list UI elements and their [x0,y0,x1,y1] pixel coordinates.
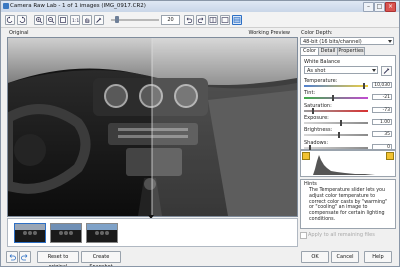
shadow-clipping-warning-icon[interactable] [302,152,310,160]
rotate-left-icon[interactable] [5,15,15,25]
create-snapshot-button[interactable]: Create Snapshot [81,251,121,266]
original-label: Original [9,30,29,36]
car-interior-photo [8,38,297,216]
bottom-bar: Reset to original Create Snapshot OK Can… [1,248,399,266]
hints-text: The Temperature slider lets you adjust c… [309,188,388,222]
help-button[interactable]: Help [364,251,392,263]
tab-detail[interactable]: Detail [318,47,338,55]
slider-track[interactable] [304,146,368,149]
slider-track[interactable] [304,85,368,87]
slider-label: Temperature: [304,78,338,84]
histogram [300,150,396,177]
toolbar: 1:1 20 [1,12,399,28]
window-title: Camera Raw Lab - 1 of 1 images (IMG_0917… [10,3,146,9]
rotate-right-icon[interactable] [17,15,27,25]
slider-track[interactable] [304,134,368,137]
svg-text:1:1: 1:1 [72,18,79,24]
slider-value-field[interactable]: 10,030 [372,82,392,88]
zoom-out-icon[interactable] [46,15,56,25]
title-bar: Camera Raw Lab - 1 of 1 images (IMG_0917… [1,1,399,12]
apply-all-label: Apply to all remaining files [308,232,375,238]
slider-thumb[interactable] [338,132,341,139]
undo-icon[interactable] [184,15,194,25]
slider-value-field[interactable]: 1.00 [372,118,392,125]
single-view-icon[interactable] [220,15,230,25]
slider-track[interactable] [304,97,368,100]
color-depth-dropdown[interactable]: 48-bit (16 bits/channel) [300,37,394,45]
hand-icon[interactable] [82,15,92,25]
checkbox-box[interactable] [300,232,307,239]
slider-thumb[interactable] [340,119,343,126]
actual-size-icon[interactable]: 1:1 [70,15,80,25]
zoom-in-icon[interactable] [34,15,44,25]
slider-thumb[interactable] [331,95,334,102]
eyedropper-icon[interactable] [94,15,104,25]
chevron-down-icon [388,40,392,43]
slider-value-field[interactable]: 35 [372,131,392,138]
slider-label: Saturation: [304,102,332,109]
cancel-button[interactable]: Cancel [331,251,359,263]
working-preview-label: Working Preview [248,30,290,36]
close-button[interactable]: × [385,2,396,12]
camera-raw-window: Camera Raw Lab - 1 of 1 images (IMG_0917… [0,0,400,267]
undo-button[interactable] [6,251,18,263]
slider-value-field[interactable]: -73 [372,106,392,113]
filmstrip [7,218,298,247]
slider-value-field[interactable]: -21 [372,94,392,101]
zoom-value-field[interactable]: 20 [161,15,180,25]
split-view-horizontal-icon[interactable] [232,15,242,25]
slider-label: Brightness: [304,127,333,134]
split-view-vertical-icon[interactable] [208,15,218,25]
white-balance-eyedropper-button[interactable] [381,66,392,76]
hints-box: Hints The Temperature slider lets you ad… [300,179,396,229]
filmstrip-thumbnail[interactable] [86,223,118,243]
fit-icon[interactable] [58,15,68,25]
maximize-button[interactable]: □ [374,2,385,12]
preview-header: Original Working Preview [7,29,292,37]
app-icon [3,3,9,9]
white-balance-label: White Balance [304,59,341,65]
filmstrip-thumbnail[interactable] [50,223,82,243]
filmstrip-thumbnail[interactable] [14,223,46,243]
hints-title: Hints [304,181,317,187]
slider-thumb[interactable] [311,107,314,114]
ok-button[interactable]: OK [301,251,329,263]
chevron-down-icon [372,69,376,72]
image-preview[interactable] [7,37,298,217]
color-depth-value: 48-bit (16 bits/channel) [303,39,362,45]
slider-track[interactable] [304,121,368,124]
tab-properties[interactable]: Properties [337,47,365,55]
white-balance-value: As shot [307,68,326,74]
minimize-button[interactable]: – [363,2,374,12]
redo-icon[interactable] [196,15,206,25]
color-tab-panel: White Balance As shot Temperature: 10,030… [300,55,396,151]
slider-value-field[interactable]: 0 [372,143,392,150]
white-balance-dropdown[interactable]: As shot [304,66,378,74]
reset-to-original-button[interactable]: Reset to original [37,251,79,266]
highlight-clipping-warning-icon[interactable] [386,152,394,160]
slider-label: Shadows: [304,139,329,146]
slider-thumb[interactable] [362,83,365,89]
slider-label: Exposure: [304,114,329,121]
slider-label: Tint: [304,90,316,97]
zoom-slider-thumb[interactable] [115,16,119,23]
color-depth-label: Color Depth: [301,30,333,36]
redo-button[interactable] [19,251,31,263]
